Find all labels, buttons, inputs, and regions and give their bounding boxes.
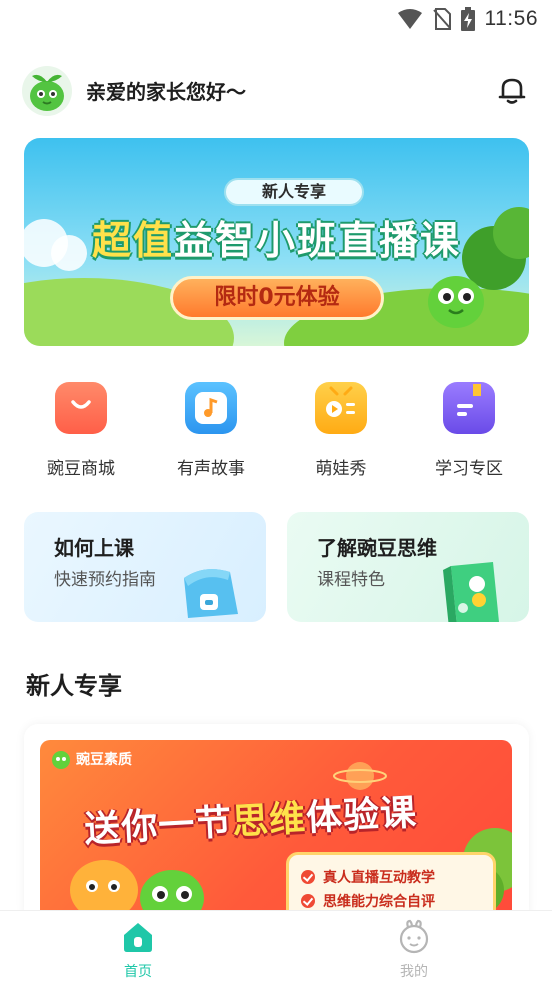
quick-nav-audio-stories[interactable]: 有声故事 bbox=[156, 382, 266, 482]
how-to-attend-card[interactable]: 如何上课 快速预约指南 bbox=[24, 512, 266, 622]
card-title: 如何上课 bbox=[54, 536, 134, 560]
learn-about-card[interactable]: 了解豌豆思维 课程特色 bbox=[287, 512, 529, 622]
pea-logo-icon bbox=[52, 751, 70, 769]
notebook-icon bbox=[443, 562, 499, 622]
tab-home-label: 首页 bbox=[124, 964, 152, 980]
banner-tag: 新人专享 bbox=[224, 178, 364, 206]
quick-nav: 豌豆商城 有声故事 萌娃秀 学习专区 bbox=[0, 382, 552, 482]
card-subtitle: 快速预约指南 bbox=[54, 570, 156, 590]
promo-title-highlight: 思维 bbox=[231, 798, 308, 843]
book-icon bbox=[443, 382, 495, 434]
pea-mascot-icon bbox=[428, 276, 484, 328]
banner-title: 超值益智小班直播课 bbox=[24, 210, 529, 266]
music-note-icon bbox=[185, 382, 237, 434]
battery-charging-icon bbox=[460, 7, 475, 31]
quick-nav-label: 萌娃秀 bbox=[315, 459, 367, 479]
quick-nav-mall[interactable]: 豌豆商城 bbox=[26, 382, 136, 482]
greeting-text: 亲爱的家长您好～ bbox=[86, 80, 246, 104]
newcomer-promo-card[interactable]: 豌豆素质 送你一节思维体验课 真人直播互动教学 思维能力综合自评 bbox=[24, 724, 529, 930]
play-video-icon bbox=[315, 382, 367, 434]
header: 亲爱的家长您好～ bbox=[0, 62, 552, 118]
quick-nav-label: 有声故事 bbox=[177, 459, 245, 479]
profile-icon bbox=[396, 919, 432, 955]
card-title: 了解豌豆思维 bbox=[317, 536, 437, 560]
promo-banner[interactable]: 新人专享 超值益智小班直播课 限时0元体验 bbox=[24, 138, 529, 346]
backpack-icon bbox=[184, 569, 238, 618]
banner-title-highlight: 超值 bbox=[91, 219, 174, 264]
promo-title-b: 体验课 bbox=[305, 792, 419, 840]
promo-feature-text: 思维能力综合自评 bbox=[323, 894, 435, 910]
bottom-nav: 首页 我的 bbox=[0, 910, 552, 983]
wifi-icon bbox=[397, 9, 422, 29]
promo-title-a: 送你一节 bbox=[83, 801, 234, 851]
promo-feature-item: 真人直播互动教学 bbox=[301, 865, 481, 889]
banner-cta-button[interactable]: 限时0元体验 bbox=[170, 276, 384, 320]
tab-profile-label: 我的 bbox=[400, 964, 428, 980]
avatar[interactable] bbox=[22, 66, 72, 116]
check-icon bbox=[301, 870, 315, 884]
status-bar: 11:56 bbox=[0, 0, 552, 40]
quick-nav-label: 学习专区 bbox=[435, 459, 503, 479]
shopping-bag-icon bbox=[55, 382, 107, 434]
tab-profile[interactable]: 我的 bbox=[354, 919, 474, 981]
pea-mascot-icon bbox=[30, 74, 64, 111]
promo-banner-image[interactable]: 豌豆素质 送你一节思维体验课 真人直播互动教学 思维能力综合自评 bbox=[40, 740, 512, 930]
quick-nav-kids-show[interactable]: 萌娃秀 bbox=[286, 382, 396, 482]
status-icons: 11:56 bbox=[397, 6, 539, 32]
no-sim-icon bbox=[432, 8, 451, 30]
home-icon bbox=[120, 919, 156, 955]
promo-brand: 豌豆素质 bbox=[50, 748, 132, 770]
check-icon bbox=[301, 894, 315, 908]
promo-brand-text: 豌豆素质 bbox=[76, 752, 132, 768]
quick-nav-label: 豌豆商城 bbox=[47, 459, 115, 479]
bell-icon[interactable] bbox=[496, 74, 528, 106]
quick-nav-study-zone[interactable]: 学习专区 bbox=[414, 382, 524, 482]
promo-feature-text: 真人直播互动教学 bbox=[323, 870, 435, 886]
status-time: 11:56 bbox=[484, 7, 538, 30]
banner-title-rest: 益智小班直播课 bbox=[174, 219, 462, 264]
card-subtitle: 课程特色 bbox=[317, 570, 385, 590]
section-title: 新人专享 bbox=[26, 672, 122, 700]
tab-home[interactable]: 首页 bbox=[78, 919, 198, 981]
